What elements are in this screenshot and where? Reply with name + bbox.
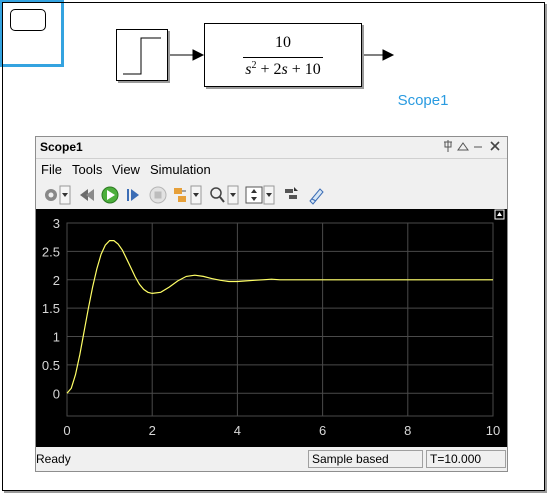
x-tick-label: 10 bbox=[486, 423, 500, 438]
close-icon[interactable] bbox=[489, 139, 501, 157]
step-forward-icon[interactable] bbox=[124, 185, 142, 205]
scope-block[interactable] bbox=[0, 0, 545, 491]
status-text: Ready bbox=[36, 452, 71, 466]
menu-simulation[interactable]: Simulation bbox=[150, 162, 211, 177]
menu-view[interactable]: View bbox=[112, 162, 140, 177]
x-tick-label: 0 bbox=[63, 423, 70, 438]
status-bar: Ready Sample based T=10.000 bbox=[36, 449, 507, 471]
y-tick-label: 0.5 bbox=[42, 358, 60, 373]
scope-plot[interactable]: 0 2 4 6 8 10 0 0.5 1 1.5 2 2.5 3 bbox=[36, 209, 507, 447]
stop-icon[interactable] bbox=[148, 185, 168, 205]
y-tick-label: 0 bbox=[53, 386, 60, 401]
restore-layout-icon[interactable] bbox=[282, 185, 300, 205]
menu-file[interactable]: File bbox=[41, 162, 62, 177]
scope-block-label[interactable]: Scope1 bbox=[380, 92, 466, 109]
minimize-icon[interactable] bbox=[473, 139, 483, 157]
x-tick-label: 8 bbox=[404, 423, 411, 438]
x-tick-label: 6 bbox=[319, 423, 326, 438]
series-line bbox=[66, 240, 493, 394]
pin-icon[interactable] bbox=[443, 139, 453, 157]
step-back-icon[interactable] bbox=[78, 185, 96, 205]
menu-bar: File Tools View Simulation bbox=[36, 159, 507, 179]
menu-tools[interactable]: Tools bbox=[72, 162, 102, 177]
tick-labels: 0 2 4 6 8 10 0 0.5 1 1.5 2 2.5 3 bbox=[42, 216, 500, 438]
sampling-mode: Sample based bbox=[308, 450, 423, 468]
simulation-time: T=10.000 bbox=[426, 450, 506, 468]
y-tick-label: 3 bbox=[53, 216, 60, 231]
toolbar bbox=[36, 181, 507, 209]
y-tick-label: 1.5 bbox=[42, 301, 60, 316]
y-tick-label: 2.5 bbox=[42, 244, 60, 259]
signal-trace bbox=[66, 240, 493, 394]
window-title: Scope1 bbox=[40, 140, 83, 154]
zoom-icon[interactable] bbox=[208, 185, 240, 205]
scope-screen-icon bbox=[10, 9, 46, 31]
plot-corner-marker bbox=[494, 209, 505, 220]
x-tick-label: 4 bbox=[234, 423, 241, 438]
y-tick-label: 1 bbox=[53, 330, 60, 345]
highlight-block-icon[interactable] bbox=[306, 185, 326, 205]
undock-icon[interactable] bbox=[457, 139, 469, 157]
run-icon[interactable] bbox=[100, 185, 120, 205]
title-bar[interactable]: Scope1 bbox=[36, 137, 507, 159]
autoscale-icon[interactable] bbox=[244, 185, 276, 205]
scope-axes: 0 2 4 6 8 10 0 0.5 1 1.5 2 2.5 3 bbox=[42, 209, 505, 438]
signal-selection-icon[interactable] bbox=[172, 185, 202, 205]
x-tick-label: 2 bbox=[149, 423, 156, 438]
y-tick-label: 2 bbox=[53, 273, 60, 288]
scope-window: Scope1 File Tools View Simulation 0 2 4 … bbox=[35, 136, 508, 472]
plot-frame bbox=[66, 222, 494, 417]
parameters-gear-icon[interactable] bbox=[42, 185, 72, 205]
grid-lines bbox=[66, 222, 494, 417]
